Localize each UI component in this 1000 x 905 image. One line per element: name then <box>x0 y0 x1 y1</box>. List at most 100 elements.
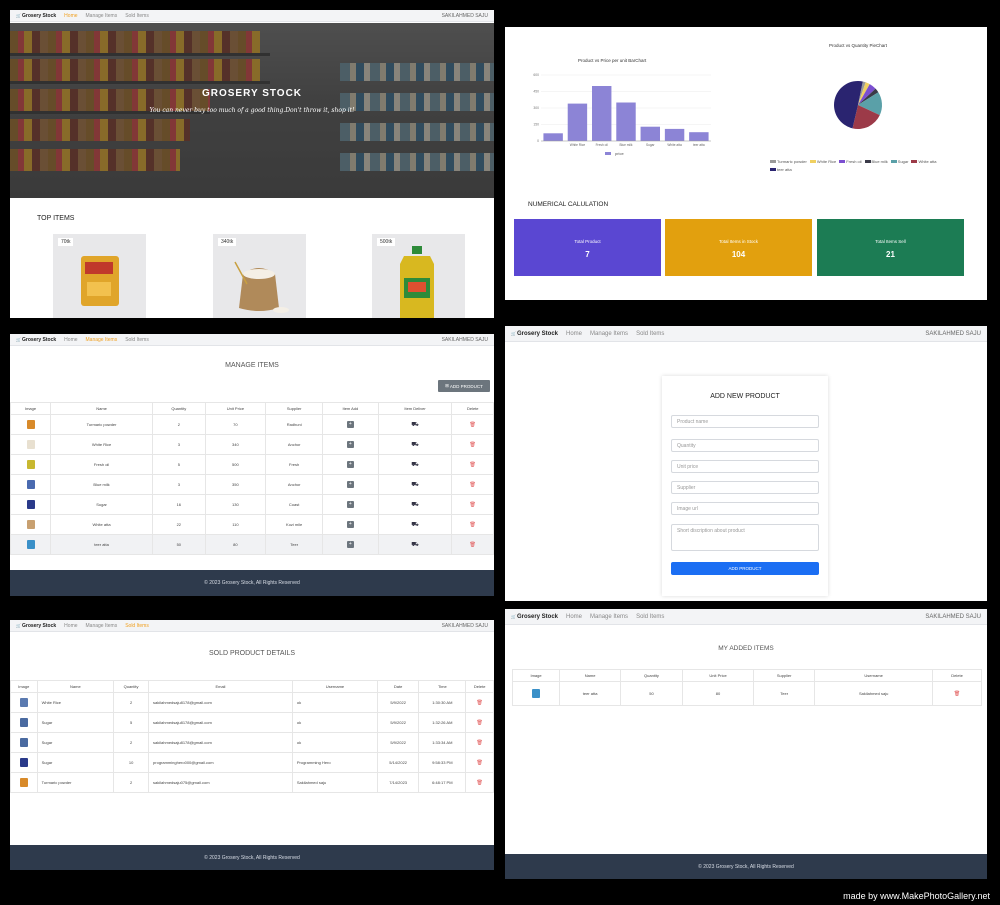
user-menu[interactable]: SAKILAHMED SAJU <box>442 623 488 629</box>
email-cell: programminghero000@gmail.com <box>148 752 293 773</box>
user-menu[interactable]: SAKILAHMED SAJU <box>925 614 981 620</box>
brand-logo[interactable]: Grosery Stock <box>16 337 56 343</box>
nav-manage-items[interactable]: Manage Items <box>86 13 118 19</box>
legend-label: Blue milk <box>871 159 888 164</box>
image-url-input[interactable]: Image url <box>671 502 819 515</box>
nav-manage-items[interactable]: Manage Items <box>86 623 118 629</box>
add-item-button[interactable]: + <box>346 421 354 428</box>
trash-icon[interactable]: 🗑 <box>470 522 476 528</box>
product-thumbnail <box>26 419 35 429</box>
nav-home[interactable]: Home <box>64 623 77 629</box>
page-title: MY ADDED ITEMS <box>718 645 774 652</box>
trash-icon[interactable]: 🗑 <box>470 442 476 448</box>
price-cell: 350 <box>204 474 267 495</box>
trash-icon[interactable]: 🗑 <box>470 542 476 548</box>
legend-item: White atta <box>911 159 936 164</box>
column-header: Delete <box>465 680 494 693</box>
nav-sold-items[interactable]: Sold Items <box>125 13 149 19</box>
nav-sold-items[interactable]: Sold Items <box>636 331 664 337</box>
deliver-truck-icon[interactable]: ⛟ <box>411 542 419 548</box>
manage-items-screen: Grosery Stock Home Manage Items Sold Ite… <box>10 334 494 596</box>
product-thumbnail <box>532 688 541 698</box>
brand-logo[interactable]: Grosery Stock <box>16 13 56 19</box>
table-row: White atta 22 110 Kozi mile + ⛟ 🗑 <box>10 514 494 535</box>
trash-icon[interactable]: 🗑 <box>470 422 476 428</box>
nav-manage-items[interactable]: Manage Items <box>590 331 628 337</box>
product-name-input[interactable]: Product name <box>671 415 819 428</box>
delete-cell: 🗑 <box>465 692 494 713</box>
product-card[interactable]: 500tk <box>372 234 465 318</box>
trash-icon[interactable]: 🗑 <box>954 691 960 697</box>
deliver-truck-icon[interactable]: ⛟ <box>411 442 419 448</box>
watermark-credit: made by www.MakePhotoGallery.net <box>843 891 990 901</box>
deliver-truck-icon[interactable]: ⛟ <box>411 522 419 528</box>
trash-icon[interactable]: 🗑 <box>477 760 483 766</box>
add-item-button[interactable]: + <box>346 481 354 488</box>
trash-icon[interactable]: 🗑 <box>477 700 483 706</box>
nav-manage-items[interactable]: Manage Items <box>590 614 628 620</box>
quantity-input[interactable]: Quantity <box>671 439 819 452</box>
table-row: White Rice 2 sakilahmedsaju8178@gmail.com o… <box>10 692 494 713</box>
user-menu[interactable]: SAKILAHMED SAJU <box>925 331 981 337</box>
hero-subtitle: You can never buy too much of a good thi… <box>149 107 355 114</box>
nav-home[interactable]: Home <box>566 614 582 620</box>
add-item-button[interactable]: + <box>346 441 354 448</box>
nav-home[interactable]: Home <box>566 331 582 337</box>
deliver-truck-icon[interactable]: ⛟ <box>411 482 419 488</box>
column-header: Email <box>148 680 293 693</box>
email-cell: sakilahmedsaju8178@gmail.com <box>148 692 293 713</box>
add-product-button[interactable]: ⊞ ADD PRODUCT <box>438 380 490 392</box>
legend-label: White atta <box>918 159 937 164</box>
nav-sold-items[interactable]: Sold Items <box>125 623 149 629</box>
stat-label: Total Items in Stock <box>718 239 758 244</box>
x-tick-label: teer atta <box>693 143 705 147</box>
table-header: Image Name Quantity Email Username Date Time De… <box>10 680 494 693</box>
supplier-input[interactable]: Supplier <box>671 481 819 494</box>
legend-item: White Rice <box>809 159 836 164</box>
navbar: Grosery Stock Home Manage Items Sold Ite… <box>10 620 494 632</box>
add-item-button[interactable]: + <box>346 461 354 468</box>
deliver-truck-icon[interactable]: ⛟ <box>411 462 419 468</box>
column-header: Unit Price <box>681 669 755 682</box>
table-row: Blue milk 3 350 Anchor + ⛟ 🗑 <box>10 474 494 495</box>
trash-icon[interactable]: 🗑 <box>477 720 483 726</box>
user-menu[interactable]: SAKILAHMED SAJU <box>442 337 488 343</box>
nav-sold-items[interactable]: Sold Items <box>125 337 149 343</box>
brand-logo[interactable]: Grosery Stock <box>511 614 558 620</box>
brand-logo[interactable]: Grosery Stock <box>16 623 56 629</box>
trash-icon[interactable]: 🗑 <box>470 502 476 508</box>
trash-icon[interactable]: 🗑 <box>477 740 483 746</box>
trash-icon[interactable]: 🗑 <box>470 462 476 468</box>
deliver-truck-icon[interactable]: ⛟ <box>411 502 419 508</box>
user-menu[interactable]: SAKILAHMED SAJU <box>442 13 488 19</box>
product-card[interactable]: 340tk <box>213 234 306 318</box>
column-header: Quantity <box>113 680 150 693</box>
product-card[interactable]: 70tk <box>53 234 146 318</box>
nav-home[interactable]: Home <box>64 13 77 19</box>
brand-logo[interactable]: Grosery Stock <box>511 331 558 337</box>
name-cell: teer atta <box>559 681 622 706</box>
add-item-button[interactable]: + <box>346 541 354 548</box>
stat-value: 7 <box>585 250 590 259</box>
oil-bottle-image <box>400 246 434 318</box>
delete-cell: 🗑 <box>932 681 982 706</box>
unit-price-input[interactable]: Unit price <box>671 460 819 473</box>
product-thumbnail <box>19 717 28 727</box>
supplier-cell: Anchor <box>265 474 324 495</box>
add-product-submit-button[interactable]: ADD PRODUCT <box>671 562 819 575</box>
deliver-truck-icon[interactable]: ⛟ <box>411 422 419 428</box>
description-textarea[interactable]: Short discription about product <box>671 524 819 551</box>
username-cell: Sakilahmed saju <box>291 772 379 793</box>
delete-cell: 🗑 <box>451 494 494 515</box>
nav-manage-items[interactable]: Manage Items <box>86 337 118 343</box>
trash-icon[interactable]: 🗑 <box>470 482 476 488</box>
bar <box>592 86 612 141</box>
nav-home[interactable]: Home <box>64 337 77 343</box>
bar <box>616 102 636 141</box>
hero-title: GROSERY STOCK <box>201 88 303 99</box>
nav-sold-items[interactable]: Sold Items <box>636 614 664 620</box>
item-add-cell: + <box>322 454 379 475</box>
trash-icon[interactable]: 🗑 <box>477 780 483 786</box>
add-item-button[interactable]: + <box>346 521 354 528</box>
add-item-button[interactable]: + <box>346 501 354 508</box>
